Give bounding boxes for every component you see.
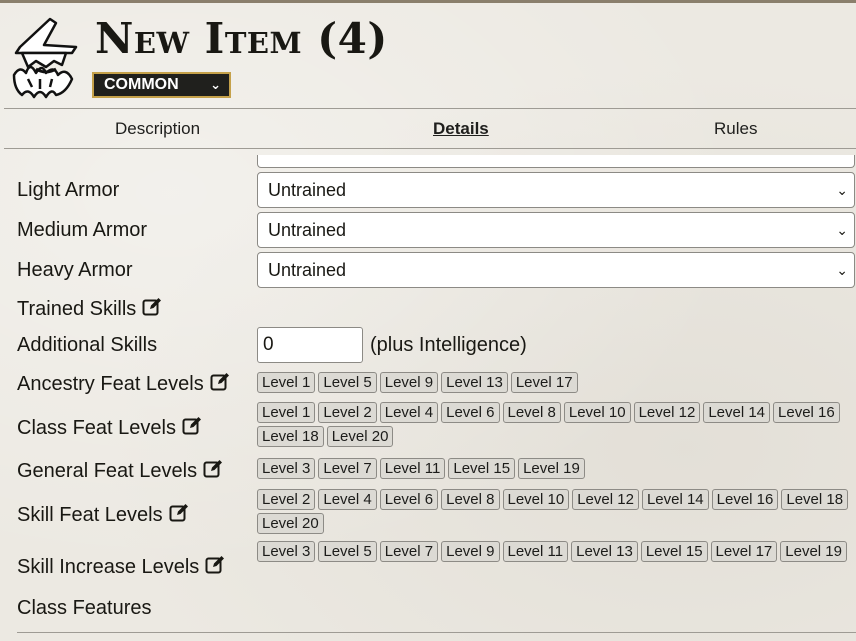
edit-icon[interactable]: [142, 297, 162, 317]
level-tag: Level 7: [379, 541, 439, 562]
level-tag: Level 19: [780, 541, 847, 562]
level-tag: Level 2: [257, 489, 316, 510]
level-tag: Level 11: [502, 541, 569, 562]
trained-skills-row: Trained Skills: [17, 297, 162, 321]
level-tag: Level 3: [257, 541, 316, 562]
level-tag: Level 10: [563, 402, 631, 423]
level-tag: Level 8: [502, 402, 561, 423]
ancestry-feat-level-tags: Level 1 Level 5 Level 9 Level 13 Level 17: [257, 372, 855, 393]
page-title[interactable]: New Item (4): [95, 13, 388, 65]
class-features-label: Class Features: [17, 597, 152, 619]
rarity-select[interactable]: COMMON ⌄: [92, 72, 231, 98]
level-tag: Level 15: [448, 458, 516, 479]
ancestry-feat-levels-row: Ancestry Feat Levels: [17, 372, 230, 396]
light-armor-value: Untrained: [268, 180, 347, 200]
light-armor-select[interactable]: Untrained ⌄: [257, 172, 855, 208]
level-tag: Level 17: [510, 372, 578, 393]
skill-increase-level-tags: Level 3 Level 5 Level 7 Level 9 Level 11 Leve…: [257, 541, 855, 562]
level-tag: Level 14: [703, 402, 771, 423]
item-sheet-header: New Item (4) COMMON ⌄: [0, 3, 856, 107]
skill-feat-levels-label: Skill Feat Levels: [17, 504, 163, 526]
level-tag: Level 5: [318, 541, 377, 562]
general-feat-level-tags: Level 3 Level 7 Level 11 Level 15 Level 19: [257, 458, 855, 479]
level-tag: Level 4: [318, 489, 377, 510]
level-tag: Level 4: [379, 402, 439, 423]
level-tag: Level 11: [379, 458, 446, 479]
level-tag: Level 8: [441, 489, 500, 510]
class-feat-level-tags: Level 1 Level 2 Level 4 Level 6 Level 8 Level…: [257, 402, 855, 447]
level-tag: Level 13: [441, 372, 508, 393]
light-armor-label: Light Armor: [17, 179, 120, 201]
edit-icon[interactable]: [210, 372, 230, 392]
tab-rules[interactable]: Rules: [714, 119, 757, 139]
level-tag: Level 2: [318, 402, 377, 423]
level-tag: Level 7: [318, 458, 377, 479]
tab-description[interactable]: Description: [115, 119, 200, 139]
scrolled-select-remnant[interactable]: [257, 155, 855, 168]
wizard-icon[interactable]: [6, 17, 84, 101]
level-tag: Level 9: [379, 372, 439, 393]
level-tag: Level 15: [640, 541, 708, 562]
medium-armor-value: Untrained: [268, 220, 347, 240]
level-tag: Level 6: [441, 402, 500, 423]
level-tag: Level 13: [571, 541, 638, 562]
level-tag: Level 18: [257, 426, 324, 447]
level-tag: Level 5: [318, 372, 377, 393]
skill-increase-levels-row: Skill Increase Levels: [17, 555, 225, 579]
level-tag: Level 12: [572, 489, 639, 510]
additional-skills-suffix: (plus Intelligence): [370, 334, 527, 356]
medium-armor-label: Medium Armor: [17, 219, 148, 241]
trained-skills-label: Trained Skills: [17, 298, 137, 320]
level-tag: Level 10: [502, 489, 570, 510]
sheet-tabs: Description Details Rules: [4, 108, 856, 149]
level-tag: Level 9: [441, 541, 500, 562]
divider: [17, 632, 856, 633]
medium-armor-select[interactable]: Untrained ⌄: [257, 212, 855, 248]
level-tag: Level 1: [257, 402, 316, 423]
heavy-armor-select[interactable]: Untrained ⌄: [257, 252, 855, 288]
rarity-value: COMMON: [104, 76, 179, 93]
level-tag: Level 18: [781, 489, 849, 510]
level-tag: Level 14: [641, 489, 709, 510]
level-tag: Level 16: [773, 402, 840, 423]
heavy-armor-value: Untrained: [268, 260, 347, 280]
skill-feat-level-tags: Level 2 Level 4 Level 6 Level 8 Level 10 Leve…: [257, 489, 855, 534]
edit-icon[interactable]: [169, 503, 189, 523]
level-tag: Level 20: [326, 426, 394, 447]
general-feat-levels-row: General Feat Levels: [17, 459, 223, 483]
general-feat-levels-label: General Feat Levels: [17, 460, 198, 482]
additional-skills-input[interactable]: 0: [257, 327, 363, 363]
level-tag: Level 1: [257, 372, 316, 393]
additional-skills-label: Additional Skills: [17, 334, 158, 356]
level-tag: Level 3: [257, 458, 316, 479]
chevron-down-icon: ⌄: [836, 262, 848, 278]
chevron-down-icon: ⌄: [836, 222, 848, 238]
level-tag: Level 16: [711, 489, 779, 510]
level-tag: Level 20: [257, 513, 324, 534]
level-tag: Level 19: [518, 458, 585, 479]
heavy-armor-label: Heavy Armor: [17, 259, 133, 281]
chevron-down-icon: ⌄: [210, 77, 221, 92]
edit-icon[interactable]: [182, 416, 202, 436]
ancestry-feat-levels-label: Ancestry Feat Levels: [17, 373, 204, 395]
skill-increase-levels-label: Skill Increase Levels: [17, 556, 200, 578]
chevron-down-icon: ⌄: [836, 182, 848, 198]
skill-feat-levels-row: Skill Feat Levels: [17, 503, 189, 527]
level-tag: Level 12: [633, 402, 701, 423]
tab-details[interactable]: Details: [433, 119, 489, 139]
level-tag: Level 17: [710, 541, 778, 562]
edit-icon[interactable]: [203, 459, 223, 479]
edit-icon[interactable]: [205, 555, 225, 575]
level-tag: Level 6: [379, 489, 439, 510]
class-feat-levels-row: Class Feat Levels: [17, 416, 202, 440]
class-feat-levels-label: Class Feat Levels: [17, 417, 176, 439]
